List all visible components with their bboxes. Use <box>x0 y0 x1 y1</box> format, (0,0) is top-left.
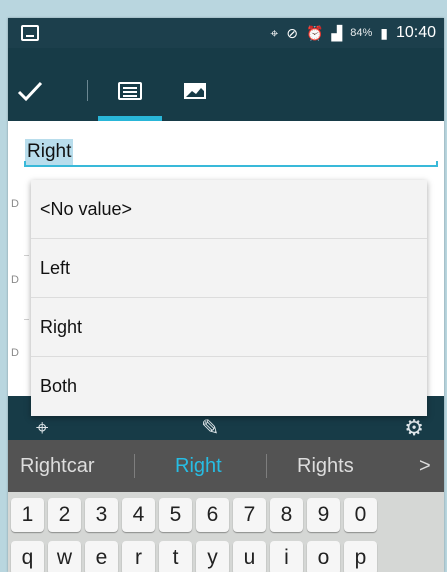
key-2[interactable]: 2 <box>48 498 81 532</box>
key-3[interactable]: 3 <box>85 498 118 532</box>
suggestion-separator <box>134 454 135 478</box>
key-u[interactable]: u <box>233 541 266 572</box>
key-7[interactable]: 7 <box>233 498 266 532</box>
keyboard-suggestion-bar: Rightcar Right Rights > <box>8 440 444 492</box>
key-8[interactable]: 8 <box>270 498 303 532</box>
key-e[interactable]: e <box>85 541 118 572</box>
tab-photo[interactable] <box>163 66 227 121</box>
key-1[interactable]: 1 <box>11 498 44 532</box>
dropdown-option-left[interactable]: Left <box>31 239 427 298</box>
dropdown-option-both[interactable]: Both <box>31 357 427 416</box>
suggestion-separator <box>266 454 267 478</box>
alarm-icon: ⏰ <box>305 25 324 41</box>
value-edit-field[interactable]: Right <box>24 131 438 173</box>
background-divider <box>24 255 29 256</box>
edit-field-value[interactable]: Right <box>25 139 74 165</box>
key-p[interactable]: p <box>344 541 377 572</box>
image-icon <box>21 25 39 41</box>
key-o[interactable]: o <box>307 541 340 572</box>
edit-field-underline <box>24 161 438 167</box>
check-icon[interactable] <box>16 79 44 103</box>
battery-percent: 84% <box>350 27 373 39</box>
key-9[interactable]: 9 <box>307 498 340 532</box>
soft-keyboard: 1 2 3 4 5 6 7 8 9 0 q w e r t y u i o p <box>8 492 444 572</box>
location-icon: ⌖ <box>270 25 279 41</box>
key-t[interactable]: t <box>159 541 192 572</box>
mute-icon: ⊘ <box>286 25 298 41</box>
toolbar-separator <box>87 80 88 101</box>
dropdown-option-no-value[interactable]: <No value> <box>31 180 427 239</box>
camera-target-icon[interactable]: ⌖ <box>36 415 48 441</box>
background-label: D <box>11 347 19 359</box>
key-4[interactable]: 4 <box>122 498 155 532</box>
status-bar: ⌖ ⊘ ⏰ ▟ 84% ▮ 10:40 <box>8 18 444 48</box>
suggestion-word-selected[interactable]: Right <box>175 455 222 478</box>
key-0[interactable]: 0 <box>344 498 377 532</box>
key-y[interactable]: y <box>196 541 229 572</box>
top-toolbar <box>8 48 444 121</box>
dropdown-option-right[interactable]: Right <box>31 298 427 357</box>
attach-add-icon[interactable]: ✎ <box>201 415 219 441</box>
photo-icon <box>184 83 206 99</box>
key-w[interactable]: w <box>48 541 81 572</box>
more-suggestions-icon[interactable]: > <box>419 455 431 478</box>
key-r[interactable]: r <box>122 541 155 572</box>
suggestion-word[interactable]: Rightcar <box>20 455 94 478</box>
signal-icon: ▟ <box>331 25 343 41</box>
key-5[interactable]: 5 <box>159 498 192 532</box>
key-q[interactable]: q <box>11 541 44 572</box>
background-label: D <box>11 274 19 286</box>
key-6[interactable]: 6 <box>196 498 229 532</box>
suggestion-word[interactable]: Rights <box>297 455 354 478</box>
tab-list-view[interactable] <box>98 66 162 121</box>
phone-screen: ⌖ ⊘ ⏰ ▟ 84% ▮ 10:40 Right D D D <No valu… <box>8 18 444 572</box>
status-icons: ⌖ ⊘ ⏰ ▟ 84% ▮ 10:40 <box>270 24 436 42</box>
battery-icon: ▮ <box>380 25 388 41</box>
list-view-icon <box>118 82 142 100</box>
clock-time: 10:40 <box>395 24 436 41</box>
background-divider <box>24 319 29 320</box>
key-i[interactable]: i <box>270 541 303 572</box>
settings-icon[interactable]: ⚙ <box>404 415 424 441</box>
background-label: D <box>11 198 19 210</box>
value-dropdown: <No value> Left Right Both <box>31 180 427 416</box>
